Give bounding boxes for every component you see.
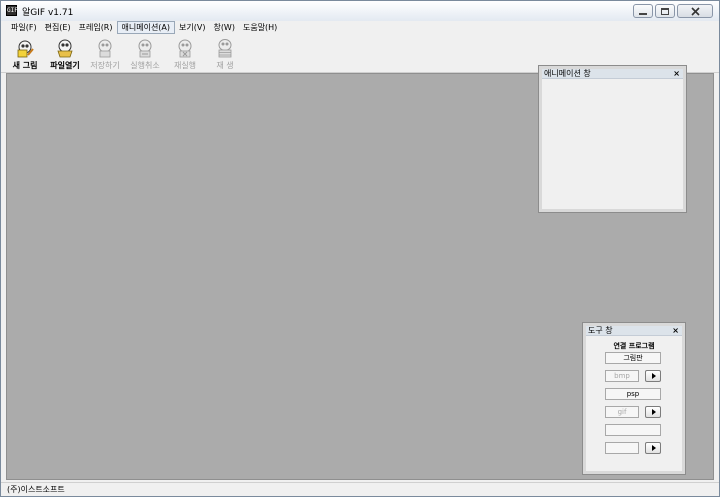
maximize-icon xyxy=(661,7,669,15)
menu-animation[interactable]: 애니메이션(A) xyxy=(116,21,176,34)
program-bmp-field[interactable]: bmp xyxy=(605,370,639,382)
menu-help[interactable]: 도움말(H) xyxy=(239,21,281,34)
play-icon xyxy=(215,38,235,58)
status-text: (주)이스트소프트 xyxy=(7,485,65,494)
tools-panel-titlebar[interactable]: 도구 창 × xyxy=(586,326,682,336)
menu-frame[interactable]: 프레임(R) xyxy=(75,21,117,34)
app-window: GIF 알GIF v1.71 파일(F) 편집(E) 프레임(R) 애니메이션(… xyxy=(0,0,720,497)
menu-file[interactable]: 파일(F) xyxy=(7,21,41,34)
new-image-label: 새 그림 xyxy=(12,61,38,70)
window-controls xyxy=(631,4,713,18)
redo-icon xyxy=(175,38,195,58)
window-title: 알GIF v1.71 xyxy=(22,8,74,18)
undo-label: 실행취소 xyxy=(130,61,160,70)
program-empty-small-field[interactable] xyxy=(605,442,639,454)
program-paint-field[interactable]: 그림판 xyxy=(605,352,661,364)
open-file-button[interactable]: 파일열기 xyxy=(45,38,85,72)
open-file-icon xyxy=(55,38,75,58)
tools-panel-title: 도구 창 xyxy=(588,326,613,335)
menu-bar: 파일(F) 편집(E) 프레임(R) 애니메이션(A) 보기(V) 창(W) 도… xyxy=(1,21,719,35)
app-icon[interactable]: GIF xyxy=(6,5,18,16)
program-gif-field[interactable]: gif xyxy=(605,406,639,418)
minimize-button[interactable] xyxy=(633,4,653,18)
new-image-button[interactable]: 새 그림 xyxy=(5,38,45,72)
tools-panel-body: 연결 프로그램 그림판 bmp psp gif xyxy=(586,336,682,454)
empty-play-arrow-icon[interactable] xyxy=(645,442,661,454)
close-button[interactable] xyxy=(677,4,713,18)
tools-panel-close-icon[interactable]: × xyxy=(672,326,679,336)
animation-panel-close-icon[interactable]: × xyxy=(673,69,680,79)
save-icon xyxy=(95,38,115,58)
play-button[interactable]: 재 생 xyxy=(205,38,245,72)
redo-label: 재실행 xyxy=(173,61,197,70)
gif-play-arrow-icon[interactable] xyxy=(645,406,661,418)
program-psp-field[interactable]: psp xyxy=(605,388,661,400)
open-file-label: 파일열기 xyxy=(50,61,80,70)
save-label: 저장하기 xyxy=(90,61,120,70)
undo-button[interactable]: 실행취소 xyxy=(125,38,165,72)
status-bar: (주)이스트소프트 xyxy=(1,482,719,496)
animation-panel-title: 애니메이션 창 xyxy=(544,69,591,78)
menu-edit[interactable]: 편집(E) xyxy=(41,21,75,34)
title-bar[interactable]: GIF 알GIF v1.71 xyxy=(1,1,719,21)
bmp-play-arrow-icon[interactable] xyxy=(645,370,661,382)
animation-panel-titlebar[interactable]: 애니메이션 창 × xyxy=(542,69,683,79)
linked-programs-label: 연결 프로그램 xyxy=(613,342,655,350)
maximize-button[interactable] xyxy=(655,4,675,18)
menu-window[interactable]: 창(W) xyxy=(209,21,239,34)
save-button[interactable]: 저장하기 xyxy=(85,38,125,72)
menu-view[interactable]: 보기(V) xyxy=(175,21,209,34)
play-label: 재 생 xyxy=(216,61,234,70)
undo-icon xyxy=(135,38,155,58)
redo-button[interactable]: 재실행 xyxy=(165,38,205,72)
tools-panel[interactable]: 도구 창 × 연결 프로그램 그림판 bmp psp gif xyxy=(583,323,685,474)
new-image-icon xyxy=(15,38,35,58)
close-icon xyxy=(690,6,700,16)
minimize-icon xyxy=(639,12,647,15)
animation-panel[interactable]: 애니메이션 창 × xyxy=(539,66,686,212)
program-empty-field[interactable] xyxy=(605,424,661,436)
